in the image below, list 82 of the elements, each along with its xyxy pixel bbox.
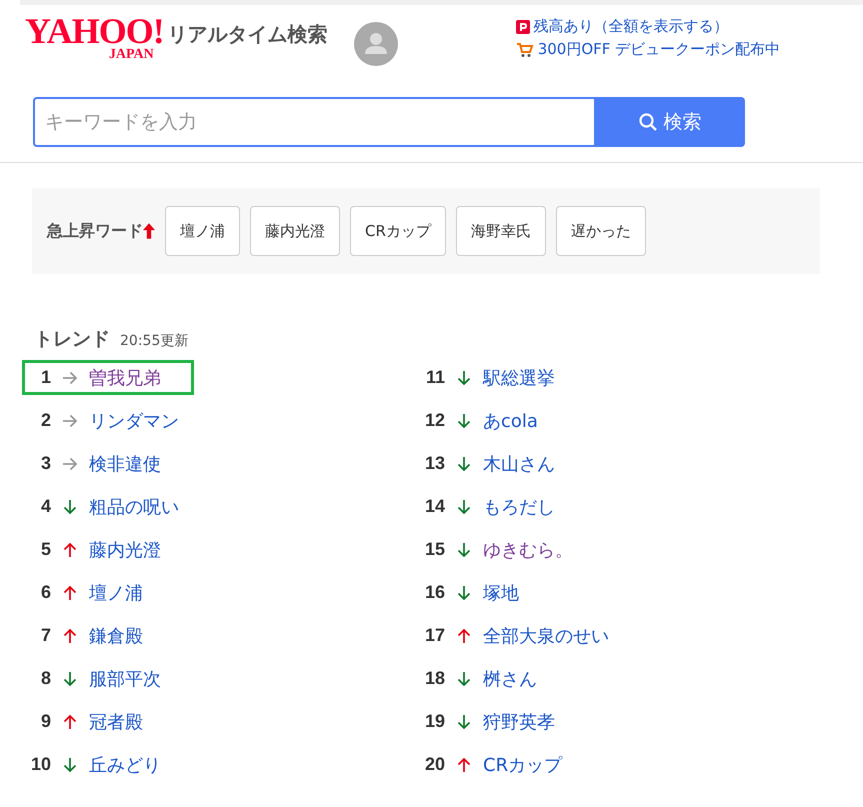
down-arrow-icon <box>63 756 77 772</box>
down-arrow-icon <box>63 498 77 514</box>
rank-number: 7 <box>40 625 51 646</box>
trend-link[interactable]: 塚地 <box>483 580 519 604</box>
search-icon <box>638 112 658 132</box>
coupon-link[interactable]: 300円OFF デビュークーポン配布中 <box>538 40 780 59</box>
down-arrow-icon <box>457 456 471 472</box>
rank-number: 8 <box>40 668 51 689</box>
down-arrow-icon <box>457 670 471 686</box>
logo-subtitle: JAPAN <box>108 47 154 63</box>
trend-link[interactable]: 全部大泉のせい <box>483 624 609 648</box>
up-arrow-icon <box>63 714 77 730</box>
rank-number: 19 <box>424 711 445 732</box>
rank-number: 16 <box>424 582 445 603</box>
keyword-chip[interactable]: 遅かった <box>556 206 646 256</box>
down-arrow-icon <box>457 370 471 386</box>
up-arrow-icon <box>63 628 77 644</box>
search-button[interactable]: 検索 <box>594 97 745 147</box>
service-title: リアルタイム検索 <box>168 21 328 48</box>
rank-number: 6 <box>40 582 51 603</box>
search-field[interactable]: キーワードを入力 <box>33 97 594 147</box>
rank-number: 20 <box>424 754 445 775</box>
update-time: 20:55更新 <box>120 332 188 350</box>
rank-number: 14 <box>424 496 445 517</box>
logo-wordmark: YAHOO! <box>25 15 164 47</box>
selected-trend-item[interactable]: 1 曽我兄弟 <box>22 360 194 395</box>
up-arrow-icon <box>63 542 77 558</box>
right-arrow-icon <box>62 456 78 470</box>
rank-number: 15 <box>424 539 445 560</box>
down-arrow-icon <box>457 542 471 558</box>
trend-link[interactable]: 冠者殿 <box>89 710 143 734</box>
rank-number: 1 <box>40 367 51 388</box>
rank-number: 9 <box>40 711 51 732</box>
trend-link[interactable]: 丘みどり <box>89 752 161 776</box>
keyword-chip[interactable]: 藤内光澄 <box>250 206 340 256</box>
trend-link[interactable]: 駅総選挙 <box>483 366 555 390</box>
down-arrow-icon <box>457 714 471 730</box>
trend-link[interactable]: 藤内光澄 <box>89 538 161 562</box>
trend-link[interactable]: CRカップ <box>483 752 562 776</box>
rank-number: 2 <box>40 410 51 431</box>
trend-link[interactable]: 服部平次 <box>89 666 161 690</box>
keyword-chip[interactable]: CRカップ <box>350 206 446 256</box>
trend-link[interactable]: あcola <box>483 408 538 432</box>
trend-link[interactable]: 壇ノ浦 <box>89 580 143 604</box>
right-arrow-icon <box>62 414 78 428</box>
rank-number: 18 <box>424 668 445 689</box>
rising-arrow-icon <box>143 223 155 239</box>
down-arrow-icon <box>457 498 471 514</box>
rank-number: 11 <box>424 367 445 388</box>
trend-link[interactable]: ゆきむら。 <box>483 538 573 562</box>
rank-number: 4 <box>40 496 51 517</box>
up-arrow-icon <box>457 756 471 772</box>
down-arrow-icon <box>457 584 471 600</box>
surge-label: 急上昇ワード <box>47 220 143 242</box>
payment-icon <box>516 20 530 34</box>
cart-icon <box>516 42 534 58</box>
down-arrow-icon <box>457 412 471 428</box>
section-title: トレンド <box>34 327 110 352</box>
trend-link[interactable]: 木山さん <box>483 452 555 476</box>
down-arrow-icon <box>63 670 77 686</box>
trend-link[interactable]: 狩野英孝 <box>483 710 555 734</box>
rank-number: 13 <box>424 453 445 474</box>
trend-link[interactable]: もろだし <box>483 494 555 518</box>
rank-number: 10 <box>30 754 51 775</box>
keyword-chip[interactable]: 海野幸氏 <box>456 206 546 256</box>
up-arrow-icon <box>457 628 471 644</box>
rank-number: 12 <box>424 410 445 431</box>
rank-number: 17 <box>424 625 445 646</box>
trend-link[interactable]: リンダマン <box>89 408 179 432</box>
avatar-icon[interactable] <box>354 22 398 66</box>
balance-link[interactable]: 残高あり（全額を表示する） <box>534 17 729 36</box>
trend-link[interactable]: 鎌倉殿 <box>89 624 143 648</box>
rank-number: 3 <box>40 453 51 474</box>
trend-link[interactable]: 検非違使 <box>89 452 161 476</box>
logo[interactable]: YAHOO! JAPAN <box>25 15 164 63</box>
trend-link[interactable]: 粗品の呪い <box>89 494 179 518</box>
trend-link[interactable]: 曽我兄弟 <box>89 366 161 390</box>
up-arrow-icon <box>63 584 77 600</box>
rank-number: 5 <box>40 539 51 560</box>
trend-link[interactable]: 桝さん <box>483 666 537 690</box>
right-arrow-icon <box>62 370 78 384</box>
keyword-chip[interactable]: 壇ノ浦 <box>165 206 240 256</box>
